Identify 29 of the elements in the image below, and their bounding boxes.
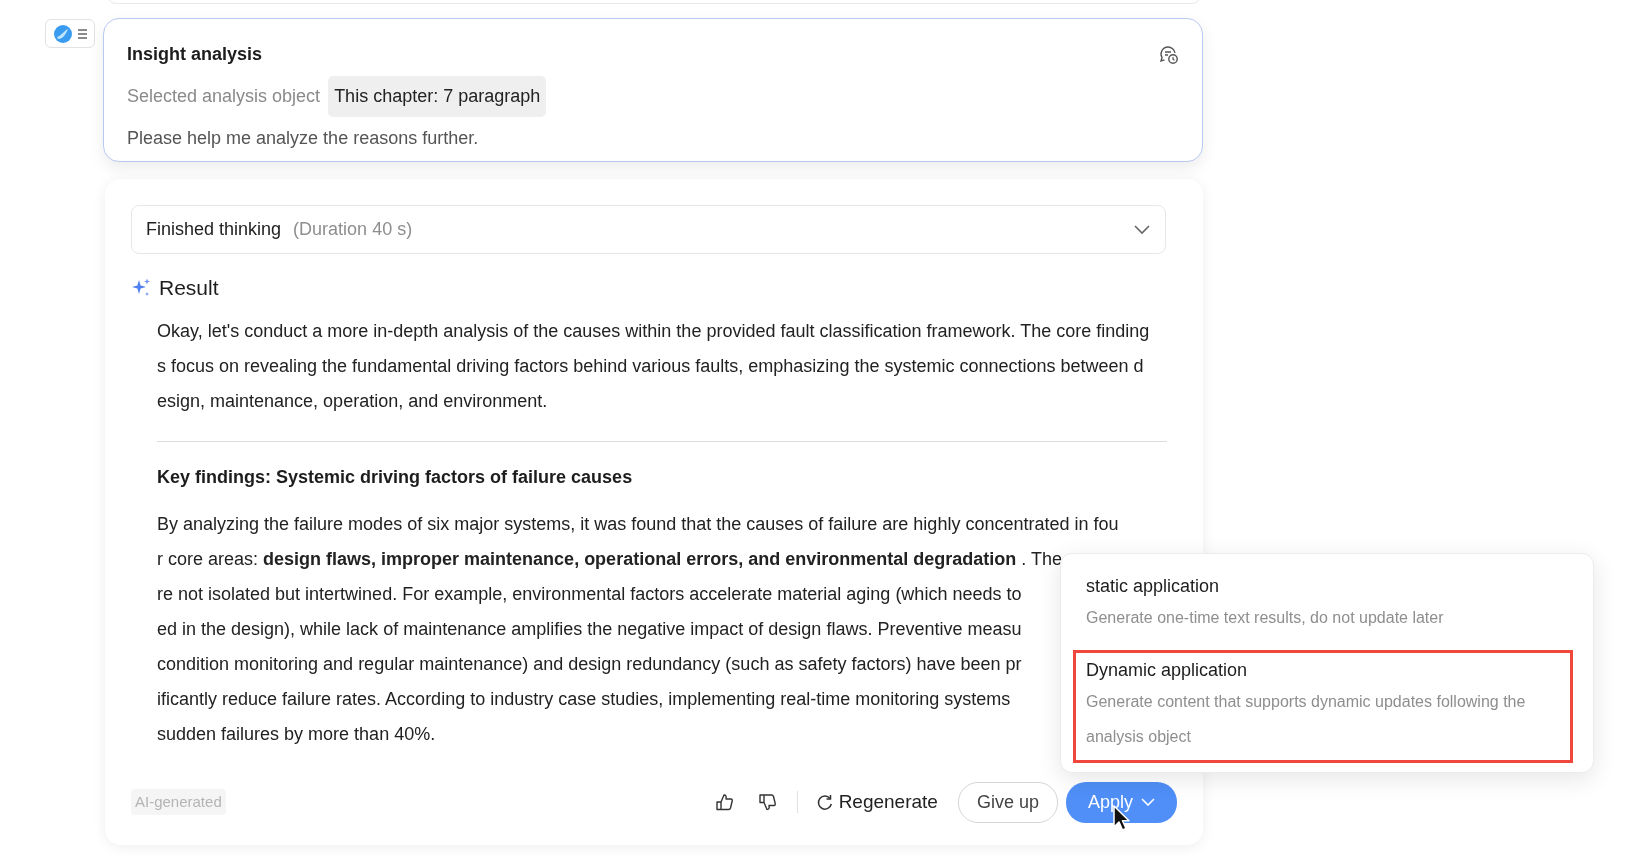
text-line: r core areas: design flaws, improper maintenance, operational errors, and environmental degradation . The [157, 547, 1062, 571]
thumbs-up-icon [714, 793, 734, 811]
thumbs-down-icon [757, 793, 777, 811]
text-line: condition monitoring and regular maintenance) and design redundancy (such as safety factors) have been pr [157, 652, 1022, 676]
sparkle-icon [131, 278, 151, 298]
refresh-icon [815, 793, 833, 811]
caret-icon [1141, 798, 1155, 806]
app-menu-button[interactable] [45, 19, 95, 48]
subheading: Key findings: Systemic driving factors of failure causes [157, 465, 634, 489]
menu-icon [76, 26, 88, 41]
section-heading: Result [159, 275, 219, 301]
prompt-text: Please help me analyze the reasons further. [127, 127, 480, 150]
give-up-button[interactable]: Give up [957, 781, 1058, 823]
text-line: re not isolated but intertwined. For example, environmental factors accelerate material aging (which needs to [157, 582, 1022, 606]
logo-icon [52, 23, 73, 44]
result-paragraph: Okay, let's conduct a more in-depth analysis of the causes within the provided fault classification framework. The core findings focus on revealing the fundamental driving factors behind various faults, emphasizing the systemic connections between design, maintenance, operation, and environment. [157, 319, 1151, 413]
text-line: ed in the design), while lack of maintenance amplifies the negative impact of design flaws. Preventive measu [157, 617, 1022, 641]
history-icon [1159, 44, 1179, 65]
object-label: Selected analysis object [127, 85, 321, 108]
text-line: By analyzing the failure modes of six major systems, it was found that the causes of failure are highly concentrated in fou [157, 512, 1119, 536]
text-line: sudden failures by more than 40%. [157, 722, 436, 746]
thinking-toggle[interactable]: Finished thinking (Duration 40 s) [131, 205, 1166, 254]
regenerate-button[interactable]: Regenerate [811, 783, 942, 821]
ai-generated-label: AI-generated [131, 788, 226, 816]
object-tag: This chapter: 7 paragraph [328, 76, 547, 117]
text-line: ificantly reduce failure rates. According to industry case studies, implementing real-time monitoring systems [157, 687, 1011, 711]
card-title: Insight analysis [127, 43, 263, 66]
chevron-icon [1133, 224, 1151, 235]
menu-option[interactable]: Dynamic application Generate content that supports dynamic updates following the analysis object [1073, 650, 1573, 763]
